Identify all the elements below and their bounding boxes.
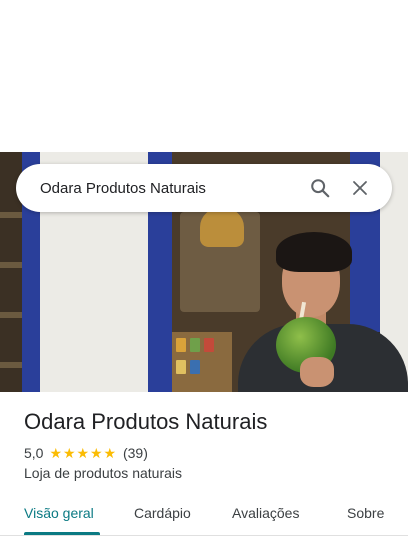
- star-icon: ★: [103, 445, 117, 461]
- rating-value: 5,0: [24, 445, 44, 461]
- star-icon: ★: [76, 445, 90, 461]
- place-tabs: Visão geral Cardápio Avaliações Sobre: [0, 492, 408, 536]
- star-icon: ★: [89, 445, 103, 461]
- place-category[interactable]: Loja de produtos naturais: [24, 465, 182, 481]
- search-bar: Odara Produtos Naturais: [16, 164, 392, 212]
- tabs-divider: [0, 535, 408, 536]
- close-icon[interactable]: [340, 168, 380, 208]
- review-count[interactable]: (39): [123, 445, 148, 461]
- tab-about[interactable]: Sobre: [347, 505, 384, 521]
- rating-row[interactable]: 5,0 ★ ★ ★ ★ ★ (39): [24, 444, 148, 462]
- star-icon: ★: [49, 445, 63, 461]
- tab-reviews[interactable]: Avaliações: [232, 505, 299, 521]
- rating-stars: ★ ★ ★ ★ ★: [49, 446, 117, 460]
- star-icon: ★: [62, 445, 76, 461]
- place-title: Odara Produtos Naturais: [24, 409, 268, 434]
- tab-overview[interactable]: Visão geral: [24, 505, 94, 521]
- search-icon[interactable]: [300, 168, 340, 208]
- search-input[interactable]: Odara Produtos Naturais: [40, 180, 300, 197]
- place-details-page: Odara Produtos Naturais Odara Produtos N…: [0, 0, 408, 544]
- tab-menu[interactable]: Cardápio: [134, 505, 191, 521]
- lamp-decoration: [200, 207, 244, 247]
